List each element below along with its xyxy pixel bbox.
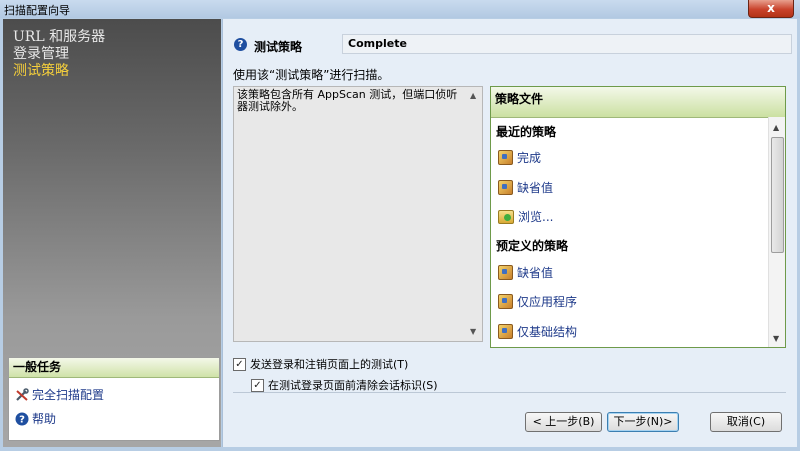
policy-item-label: 缺省值 — [517, 266, 554, 280]
help-link[interactable]: ? 帮助 — [15, 410, 56, 427]
policy-file-icon — [498, 150, 513, 165]
help-icon: ? — [15, 412, 29, 426]
scroll-down-icon[interactable]: ▼ — [470, 326, 476, 338]
send-login-logout-checkbox[interactable]: ✓ 发送登录和注销页面上的测试(T) — [233, 356, 408, 372]
policy-instruction: 使用该“测试策略”进行扫描。 — [233, 68, 390, 82]
next-button[interactable]: 下一步(N)> — [607, 412, 679, 432]
scroll-up-icon[interactable]: ▲ — [470, 90, 476, 102]
step-login-management[interactable]: 登录管理 — [13, 46, 105, 63]
policy-file-icon — [498, 294, 513, 309]
policy-files-list: 最近的策略 完成 缺省值 浏览... 预定义的策略 缺省值 仅应用程序 仅基础结… — [491, 117, 769, 347]
full-scan-config-link[interactable]: 完全扫描配置 — [15, 386, 104, 403]
wizard-steps: URL 和服务器 登录管理 测试策略 — [13, 29, 105, 80]
policy-files-panel: 策略文件 最近的策略 完成 缺省值 浏览... 预定义的策略 缺省值 仅应用程序… — [490, 86, 786, 348]
predefined-policy-app-only[interactable]: 仅应用程序 — [498, 293, 577, 310]
recent-policy-complete[interactable]: 完成 — [498, 149, 541, 166]
test-policy-label: 测试策略 — [254, 40, 303, 54]
clear-session-ids-label: 在测试登录页面前清除会话标识(S) — [268, 379, 438, 392]
general-tasks-panel: 一般任务 完全扫描配置 ? 帮助 — [8, 357, 220, 441]
test-policy-value: Complete — [342, 34, 792, 54]
predefined-policy-infra-only[interactable]: 仅基础结构 — [498, 323, 577, 340]
button-separator — [233, 392, 786, 393]
svg-text:?: ? — [19, 414, 25, 425]
predefined-policy-default[interactable]: 缺省值 — [498, 264, 553, 281]
policy-files-header: 策略文件 — [491, 87, 785, 118]
close-button[interactable]: x — [748, 0, 794, 18]
policy-file-icon — [498, 324, 513, 339]
browse-label: 浏览... — [518, 210, 554, 224]
browse-policy-link[interactable]: 浏览... — [498, 208, 553, 225]
title-bar: 扫描配置向导 x — [0, 0, 800, 19]
policy-item-label: 仅基础结构 — [517, 325, 578, 339]
checkbox-check-icon[interactable]: ✓ — [233, 357, 246, 371]
open-folder-icon — [498, 209, 514, 224]
scroll-thumb[interactable] — [771, 137, 784, 253]
window-title: 扫描配置向导 — [4, 4, 70, 17]
send-login-logout-label: 发送登录和注销页面上的测试(T) — [250, 358, 409, 371]
policy-files-scrollbar[interactable]: ▲ ▼ — [768, 117, 785, 347]
scroll-down-icon[interactable]: ▼ — [773, 334, 779, 343]
tools-icon — [15, 387, 29, 402]
step-url-servers[interactable]: URL 和服务器 — [13, 29, 105, 46]
scroll-up-icon[interactable]: ▲ — [773, 123, 779, 132]
wizard-content: ? 测试策略 Complete 使用该“测试策略”进行扫描。 该策略包含所有 A… — [222, 19, 797, 447]
policy-item-label: 完成 — [517, 151, 542, 165]
cancel-button[interactable]: 取消(C) — [710, 412, 782, 432]
back-button[interactable]: < 上一步(B) — [525, 412, 602, 432]
policy-file-icon — [498, 265, 513, 280]
full-scan-config-label: 完全扫描配置 — [32, 388, 105, 402]
policy-item-label: 缺省值 — [517, 181, 554, 195]
description-scrollbar[interactable]: ▲ ▼ — [467, 88, 481, 340]
policy-item-label: 仅应用程序 — [517, 295, 578, 309]
recent-policy-default[interactable]: 缺省值 — [498, 179, 553, 196]
predefined-policies-title: 预定义的策略 — [496, 239, 569, 253]
help-icon[interactable]: ? — [234, 38, 247, 51]
wizard-sidebar: URL 和服务器 登录管理 测试策略 一般任务 完全扫描配置 ? 帮助 — [3, 19, 221, 447]
policy-description-text: 该策略包含所有 AppScan 测试，但端口侦听器测试除外。 — [237, 88, 458, 113]
checkbox-check-icon[interactable]: ✓ — [251, 378, 264, 392]
step-test-policy[interactable]: 测试策略 — [13, 63, 105, 80]
general-tasks-header: 一般任务 — [9, 358, 219, 378]
policy-file-icon — [498, 180, 513, 195]
recent-policies-title: 最近的策略 — [496, 125, 557, 139]
clear-session-ids-checkbox[interactable]: ✓ 在测试登录页面前清除会话标识(S) — [251, 377, 438, 393]
help-label: 帮助 — [32, 412, 57, 426]
policy-description-box: 该策略包含所有 AppScan 测试，但端口侦听器测试除外。 ▲ ▼ — [233, 86, 483, 342]
